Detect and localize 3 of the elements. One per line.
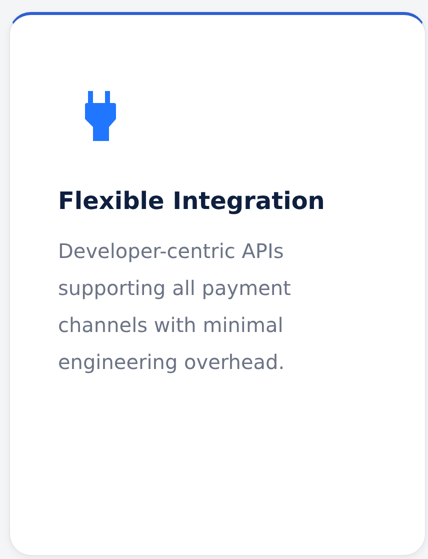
card-title: Flexible Integration: [58, 187, 325, 215]
plug-icon: [82, 91, 116, 141]
card-description: Developer-centric APIs supporting all payment channels with minimal engineering overhead.: [58, 238, 292, 376]
